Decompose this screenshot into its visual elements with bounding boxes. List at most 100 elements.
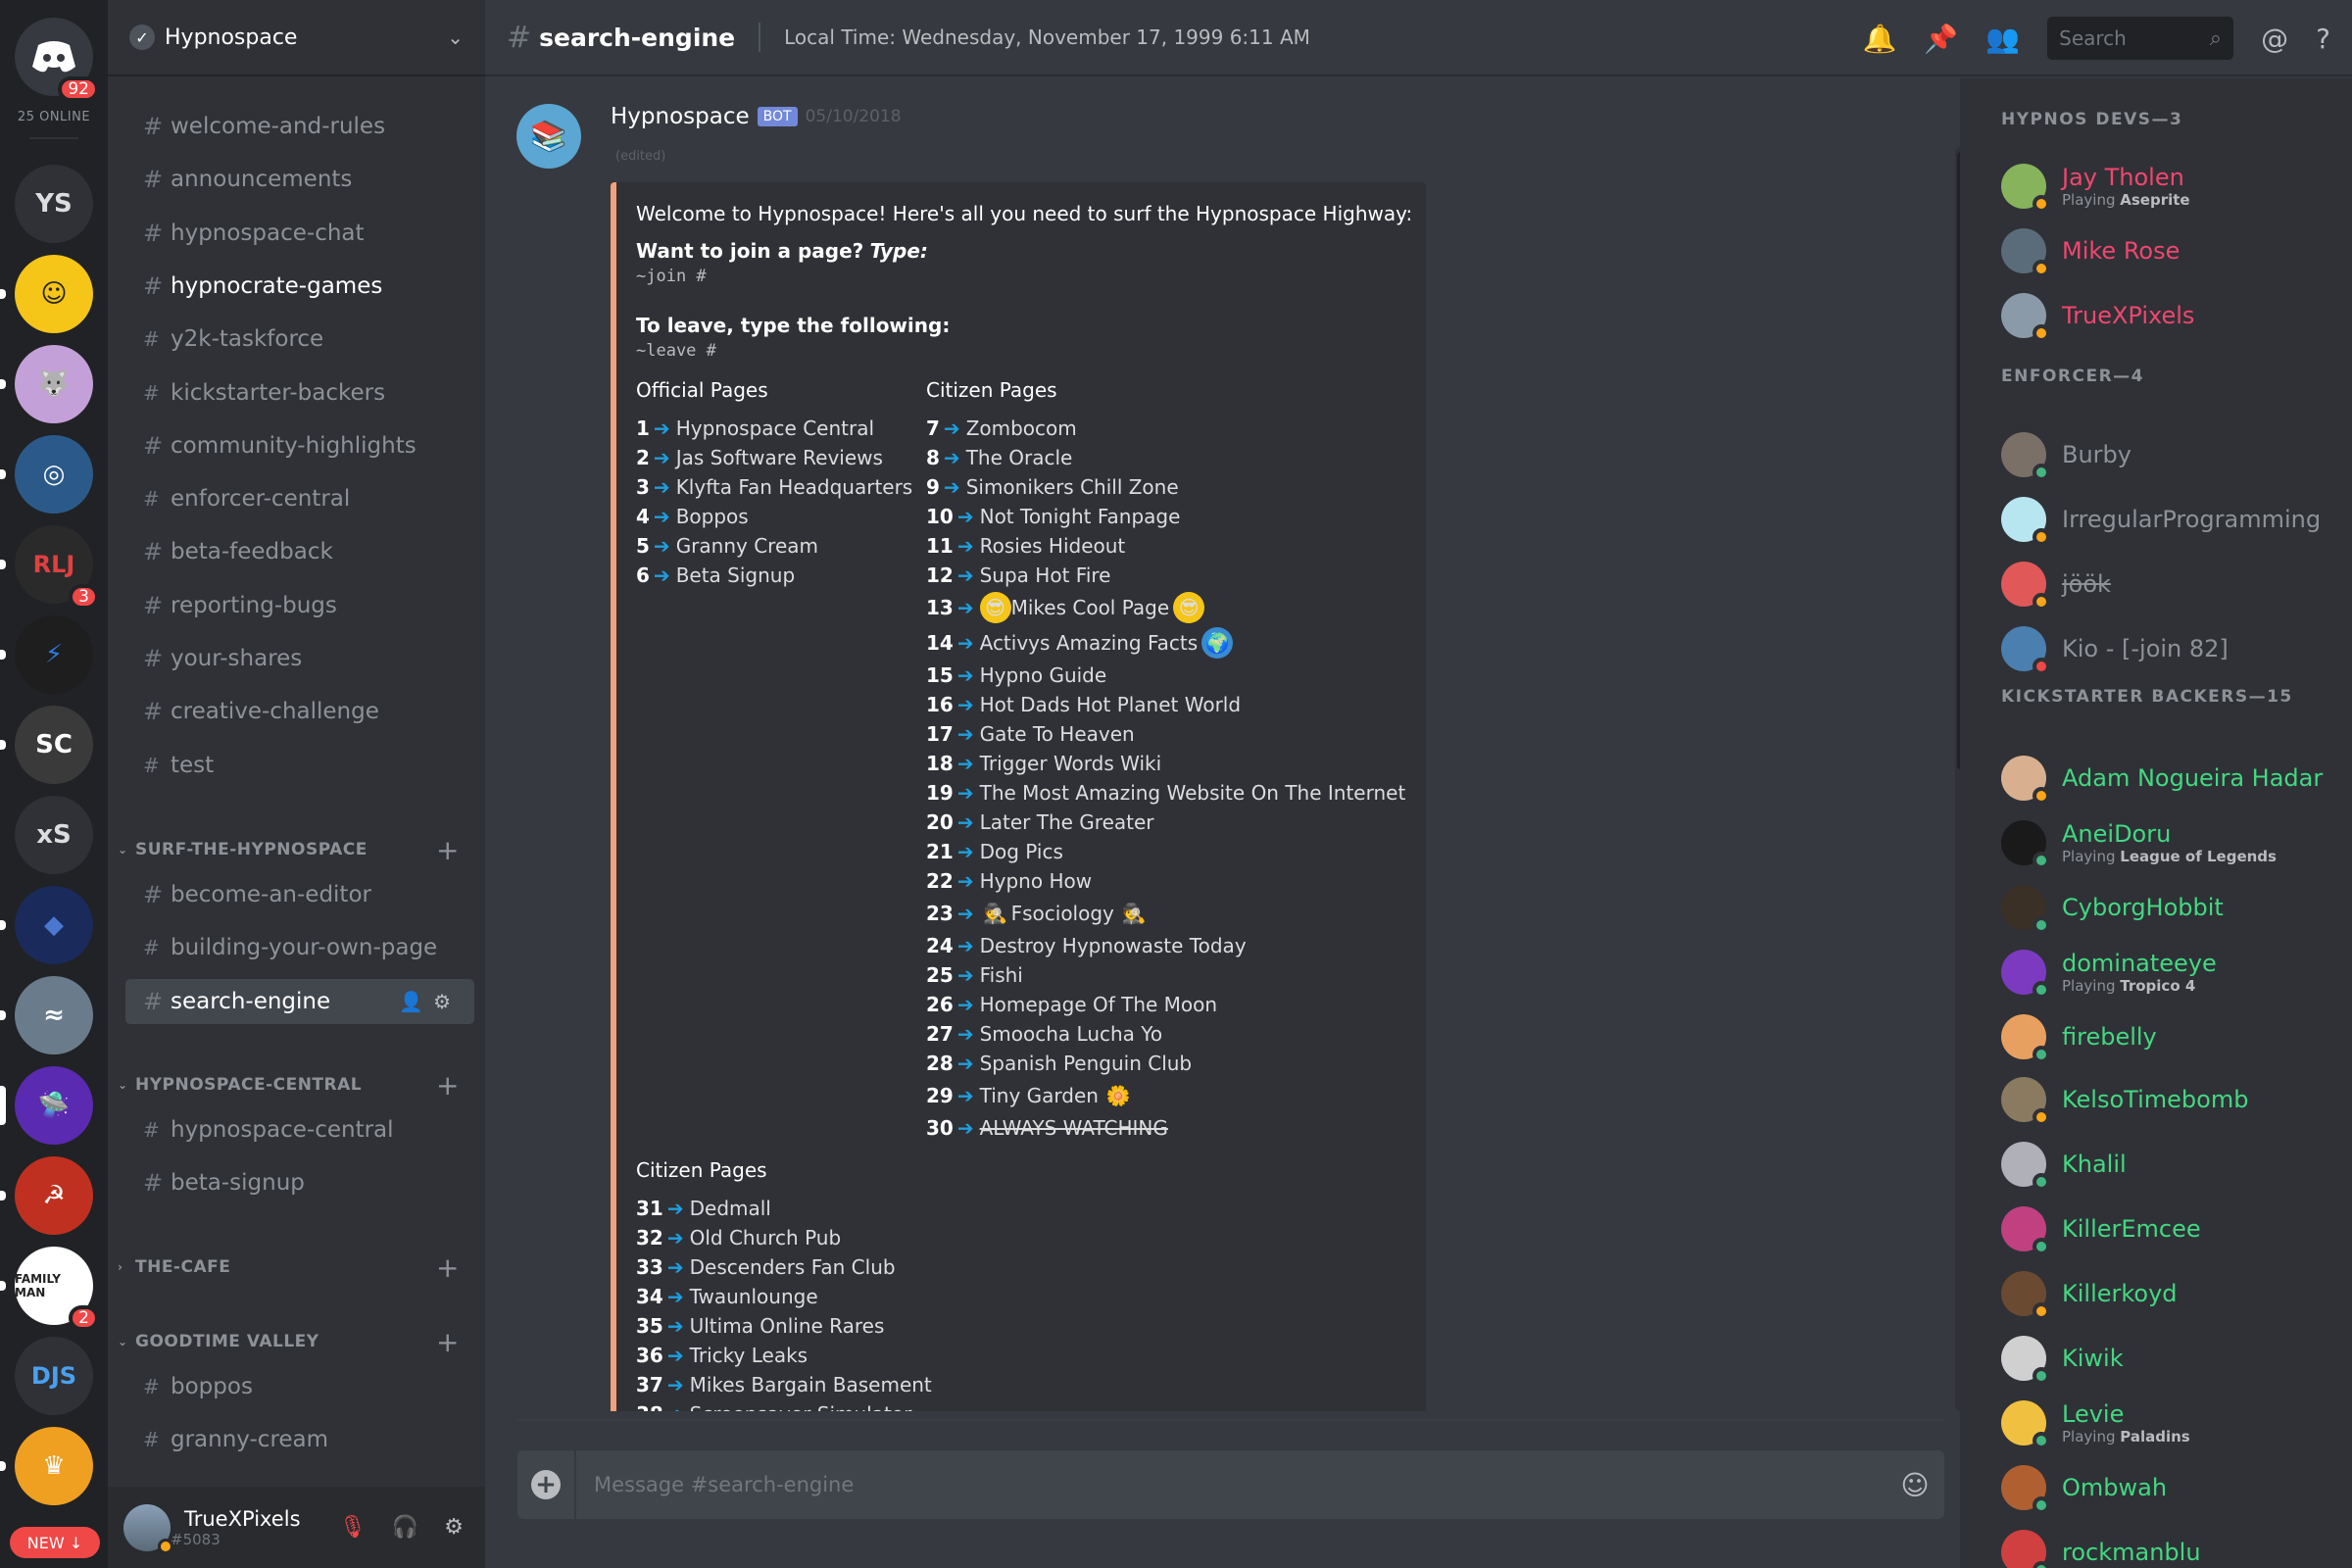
channel-name: reporting-bugs — [171, 592, 337, 618]
member-item[interactable]: KelsoTimebomb — [2001, 1072, 2344, 1127]
channel-item[interactable]: # hypnocrate-games — [125, 264, 474, 309]
channel-item[interactable]: # building-your-own-page — [125, 925, 474, 970]
official-pages-heading: Official Pages — [636, 378, 768, 402]
message-input[interactable] — [576, 1450, 1886, 1519]
member-item[interactable]: IrregularProgramming — [2001, 492, 2344, 547]
channel-item[interactable]: # hypnospace-chat — [125, 211, 474, 256]
channel-item[interactable]: # kickstarter-backers — [125, 370, 474, 416]
server-header[interactable]: ✓ Hypnospace ⌄ — [108, 0, 485, 76]
member-list-toggle-icon[interactable]: 👥 — [1985, 23, 2020, 55]
search-box[interactable]: Search ⌕ — [2047, 17, 2234, 60]
channel-item[interactable]: # enforcer-central — [125, 476, 474, 521]
member-item[interactable]: firebelly — [2001, 1009, 2344, 1064]
page-entry: 2 ➔ Jas Software Reviews — [636, 443, 926, 472]
new-unreads-pill[interactable]: NEW ↓ — [10, 1527, 100, 1558]
channel-item[interactable]: # test — [125, 743, 474, 788]
locked-channel-icon: # — [143, 1428, 160, 1452]
home-button[interactable]: 92 — [15, 18, 99, 102]
mentions-icon[interactable]: @ — [2261, 23, 2288, 55]
server-icon[interactable]: 🐺 — [0, 345, 93, 423]
help-icon[interactable]: ? — [2316, 23, 2330, 55]
member-activity: Playing Aseprite — [2062, 191, 2190, 209]
member-item[interactable]: jöök — [2001, 557, 2344, 612]
member-item[interactable]: AneiDoru Playing League of Legends — [2001, 815, 2344, 870]
server-icon[interactable]: ◆ — [0, 886, 93, 964]
member-item[interactable]: Ombwah — [2001, 1460, 2344, 1515]
server-icon[interactable]: SC — [0, 706, 93, 784]
member-item[interactable]: rockmanblu — [2001, 1525, 2344, 1568]
member-item[interactable]: KillerEmcee — [2001, 1201, 2344, 1256]
notification-bell-icon[interactable]: 🔔 — [1863, 23, 1897, 55]
member-item[interactable]: TrueXPixels — [2001, 288, 2344, 343]
channel-name: kickstarter-backers — [171, 379, 386, 406]
upload-button[interactable]: + — [517, 1450, 576, 1519]
channel-category[interactable]: ⌄ GOODTIME VALLEY + — [118, 1326, 475, 1358]
server-icon[interactable]: ♛ — [0, 1427, 93, 1505]
pinned-messages-icon[interactable]: 📌 — [1924, 23, 1958, 55]
server-icon[interactable]: xS — [15, 796, 93, 874]
channel-item[interactable]: # boppos — [125, 1364, 474, 1409]
user-settings-gear-icon[interactable]: ⚙ — [444, 1515, 464, 1540]
member-item[interactable]: CyborgHobbit — [2001, 880, 2344, 935]
page-entry: 13 ➔ 😎 Mikes Cool Page 😎 — [926, 590, 1405, 625]
page-entry: 17 ➔ Gate To Heaven — [926, 719, 1405, 749]
member-item[interactable]: Mike Rose — [2001, 223, 2344, 278]
channel-category[interactable]: ⌄ SURF-THE-HYPNOSPACE + — [118, 834, 475, 866]
user-avatar[interactable] — [123, 1503, 173, 1554]
member-item[interactable]: Kio - [-join 82] — [2001, 621, 2344, 676]
server-icon[interactable]: 🛸 — [0, 1066, 93, 1145]
member-name: KelsoTimebomb — [2062, 1085, 2249, 1113]
channel-item[interactable]: # y2k-taskforce — [125, 317, 474, 362]
channel-item[interactable]: # hypnospace-central — [125, 1107, 474, 1152]
channel-item[interactable]: # community-highlights — [125, 423, 474, 468]
server-icon[interactable]: ⚡ — [0, 615, 93, 694]
channel-item[interactable]: # your-shares — [125, 636, 474, 681]
member-item[interactable]: Burby — [2001, 427, 2344, 482]
header-divider — [759, 23, 761, 52]
member-item[interactable]: Jay Tholen Playing Aseprite — [2001, 159, 2344, 214]
channel-item[interactable]: # welcome-and-rules — [125, 104, 474, 149]
arrow-right-icon: ➔ — [956, 596, 974, 619]
server-icon[interactable]: ☭ — [0, 1156, 93, 1235]
invite-icon[interactable]: 👤 — [399, 990, 433, 1013]
channel-item[interactable]: # beta-signup — [125, 1160, 474, 1205]
server-icon[interactable]: DJS — [15, 1337, 93, 1415]
channel-topic[interactable]: Local Time: Wednesday, November 17, 1999… — [784, 25, 1310, 49]
member-info: Killerkoyd — [2062, 1280, 2178, 1307]
add-channel-plus-icon[interactable]: + — [436, 1251, 460, 1284]
channel-settings-gear-icon[interactable]: ⚙ — [433, 990, 461, 1013]
member-item[interactable]: Kiwik — [2001, 1331, 2344, 1386]
headphones-icon[interactable]: 🎧 — [392, 1515, 418, 1540]
channel-item[interactable]: # become-an-editor — [125, 872, 474, 917]
message-author[interactable]: Hypnospace — [611, 104, 750, 129]
emoji-picker-icon[interactable]: ☺ — [1886, 1469, 1944, 1501]
bot-avatar[interactable]: 📚 — [516, 104, 581, 169]
channel-category[interactable]: ⌄ HYPNOSPACE-CENTRAL + — [118, 1069, 475, 1102]
channel-item[interactable]: # beta-feedback — [125, 529, 474, 574]
channel-item[interactable]: # granny-cream — [125, 1417, 474, 1462]
member-item[interactable]: dominateeye Playing Tropico 4 — [2001, 945, 2344, 1000]
mute-mic-icon[interactable]: 🎙 — [339, 1515, 367, 1540]
member-item[interactable]: Adam Nogueira Hadar — [2001, 751, 2344, 806]
server-icon[interactable]: ☺ — [0, 255, 93, 333]
channel-item[interactable]: # announcements — [125, 157, 474, 202]
server-icon[interactable]: FAMILY MAN 2 — [0, 1247, 99, 1331]
add-channel-plus-icon[interactable]: + — [436, 834, 460, 866]
member-item[interactable]: Levie Playing Paladins — [2001, 1396, 2344, 1450]
server-icon[interactable]: ◎ — [0, 435, 93, 514]
server-icon[interactable]: ≈ — [0, 976, 93, 1054]
channel-item[interactable]: # reporting-bugs — [125, 583, 474, 628]
channel-item[interactable]: # search-engine 👤⚙ — [125, 978, 474, 1024]
member-name: dominateeye — [2062, 949, 2217, 977]
server-icon[interactable]: YS — [15, 165, 93, 243]
member-item[interactable]: Killerkoyd — [2001, 1266, 2344, 1321]
channel-category[interactable]: › THE-CAFE + — [118, 1251, 475, 1284]
arrow-right-icon: ➔ — [956, 722, 974, 746]
page-entry: 23 ➔ 🕵 Fsociology 🕵 — [926, 896, 1405, 931]
status-indicator-icon — [2033, 528, 2050, 546]
member-item[interactable]: Khalil — [2001, 1137, 2344, 1192]
channel-item[interactable]: # creative-challenge — [125, 689, 474, 734]
server-icon[interactable]: RLJ 3 — [0, 525, 99, 610]
add-channel-plus-icon[interactable]: + — [436, 1326, 460, 1358]
add-channel-plus-icon[interactable]: + — [436, 1069, 460, 1102]
